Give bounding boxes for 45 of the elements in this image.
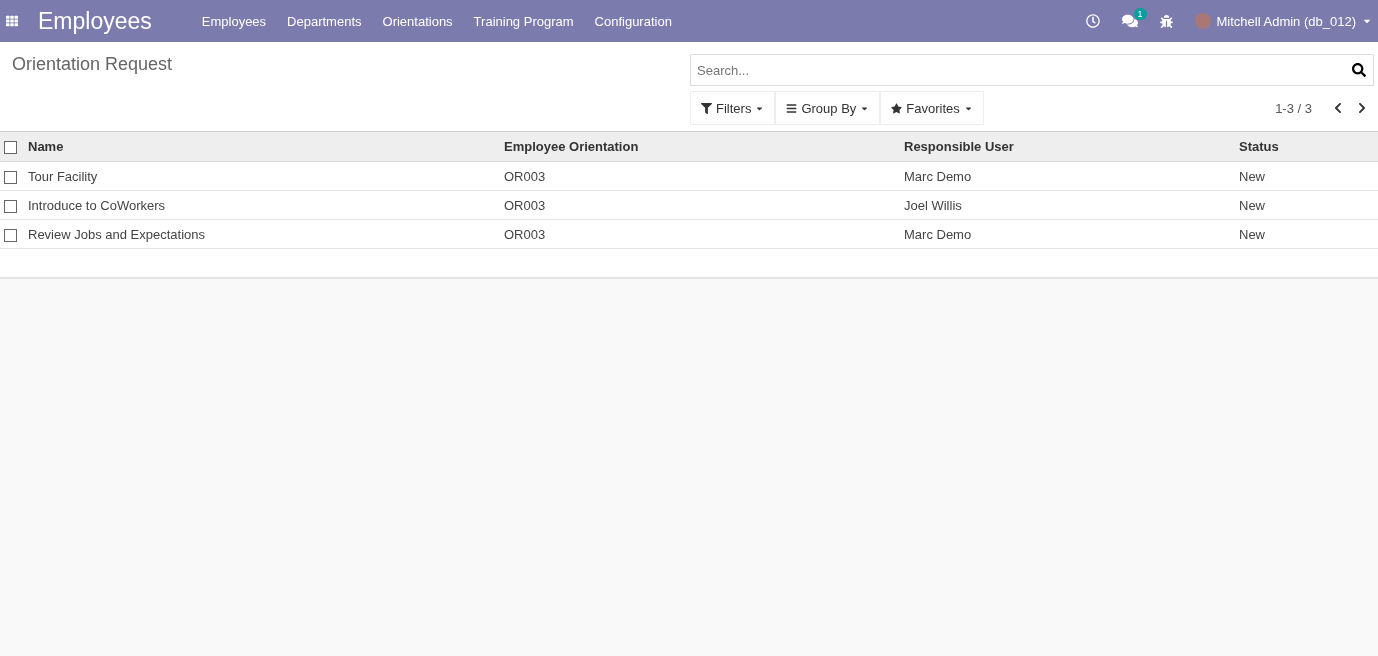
- menu-item[interactable]: Configuration: [594, 13, 672, 29]
- message-count-badge: 1: [1133, 8, 1147, 20]
- list-icon: [786, 102, 798, 114]
- column-header[interactable]: Name: [24, 131, 500, 162]
- chevron-left-icon: [1332, 102, 1344, 114]
- row-checkbox[interactable]: [4, 199, 17, 213]
- page-title: Orientation Request: [12, 54, 174, 76]
- search-field[interactable]: Search...: [690, 54, 1374, 86]
- app-title: Employees: [38, 7, 152, 35]
- clock-icon[interactable]: [1085, 14, 1100, 28]
- search-icon[interactable]: [1352, 63, 1366, 77]
- column-header[interactable]: Employee Orientation: [500, 131, 900, 162]
- column-header[interactable]: Responsible User: [900, 131, 1235, 162]
- apps-menu-icon[interactable]: [6, 15, 18, 27]
- table-cell: Joel Willis: [900, 190, 1235, 220]
- chat-icon[interactable]: [1121, 13, 1138, 29]
- column-header[interactable]: Status: [1235, 131, 1378, 162]
- menu-item[interactable]: Orientations: [382, 13, 453, 29]
- table-cell: Marc Demo: [900, 219, 1235, 249]
- row-checkbox[interactable]: [4, 228, 17, 242]
- filter-dropdown-button[interactable]: Favorites: [880, 91, 984, 125]
- pager-text: 1-3 / 3: [1275, 100, 1312, 116]
- menu-item[interactable]: Training Program: [473, 13, 574, 29]
- table-cell: OR003: [500, 219, 900, 249]
- chevron-right-icon: [1356, 102, 1368, 114]
- select-all-checkbox[interactable]: [4, 141, 17, 155]
- user-menu[interactable]: Mitchell Admin (db_012): [1194, 13, 1372, 29]
- filter-dropdown-button[interactable]: Filters: [690, 91, 776, 125]
- row-checkbox[interactable]: [4, 170, 17, 184]
- filter-dropdown-button[interactable]: Group By: [775, 91, 881, 125]
- table-cell: New: [1235, 161, 1378, 191]
- menu-item[interactable]: Employees: [201, 13, 267, 29]
- table-cell: Marc Demo: [900, 161, 1235, 191]
- filter-icon: [701, 102, 712, 114]
- table-cell: Review Jobs and Expectations: [24, 219, 500, 249]
- menu-item[interactable]: Departments: [287, 13, 362, 29]
- bug-icon[interactable]: [1159, 14, 1173, 28]
- avatar-icon: [1194, 13, 1211, 29]
- table-cell: New: [1235, 190, 1378, 220]
- table-cell: Introduce to CoWorkers: [24, 190, 500, 220]
- table-cell: OR003: [500, 161, 900, 191]
- table-cell: New: [1235, 219, 1378, 249]
- table-cell: Tour Facility: [24, 161, 500, 191]
- star-icon: [891, 102, 903, 114]
- table-cell: OR003: [500, 190, 900, 220]
